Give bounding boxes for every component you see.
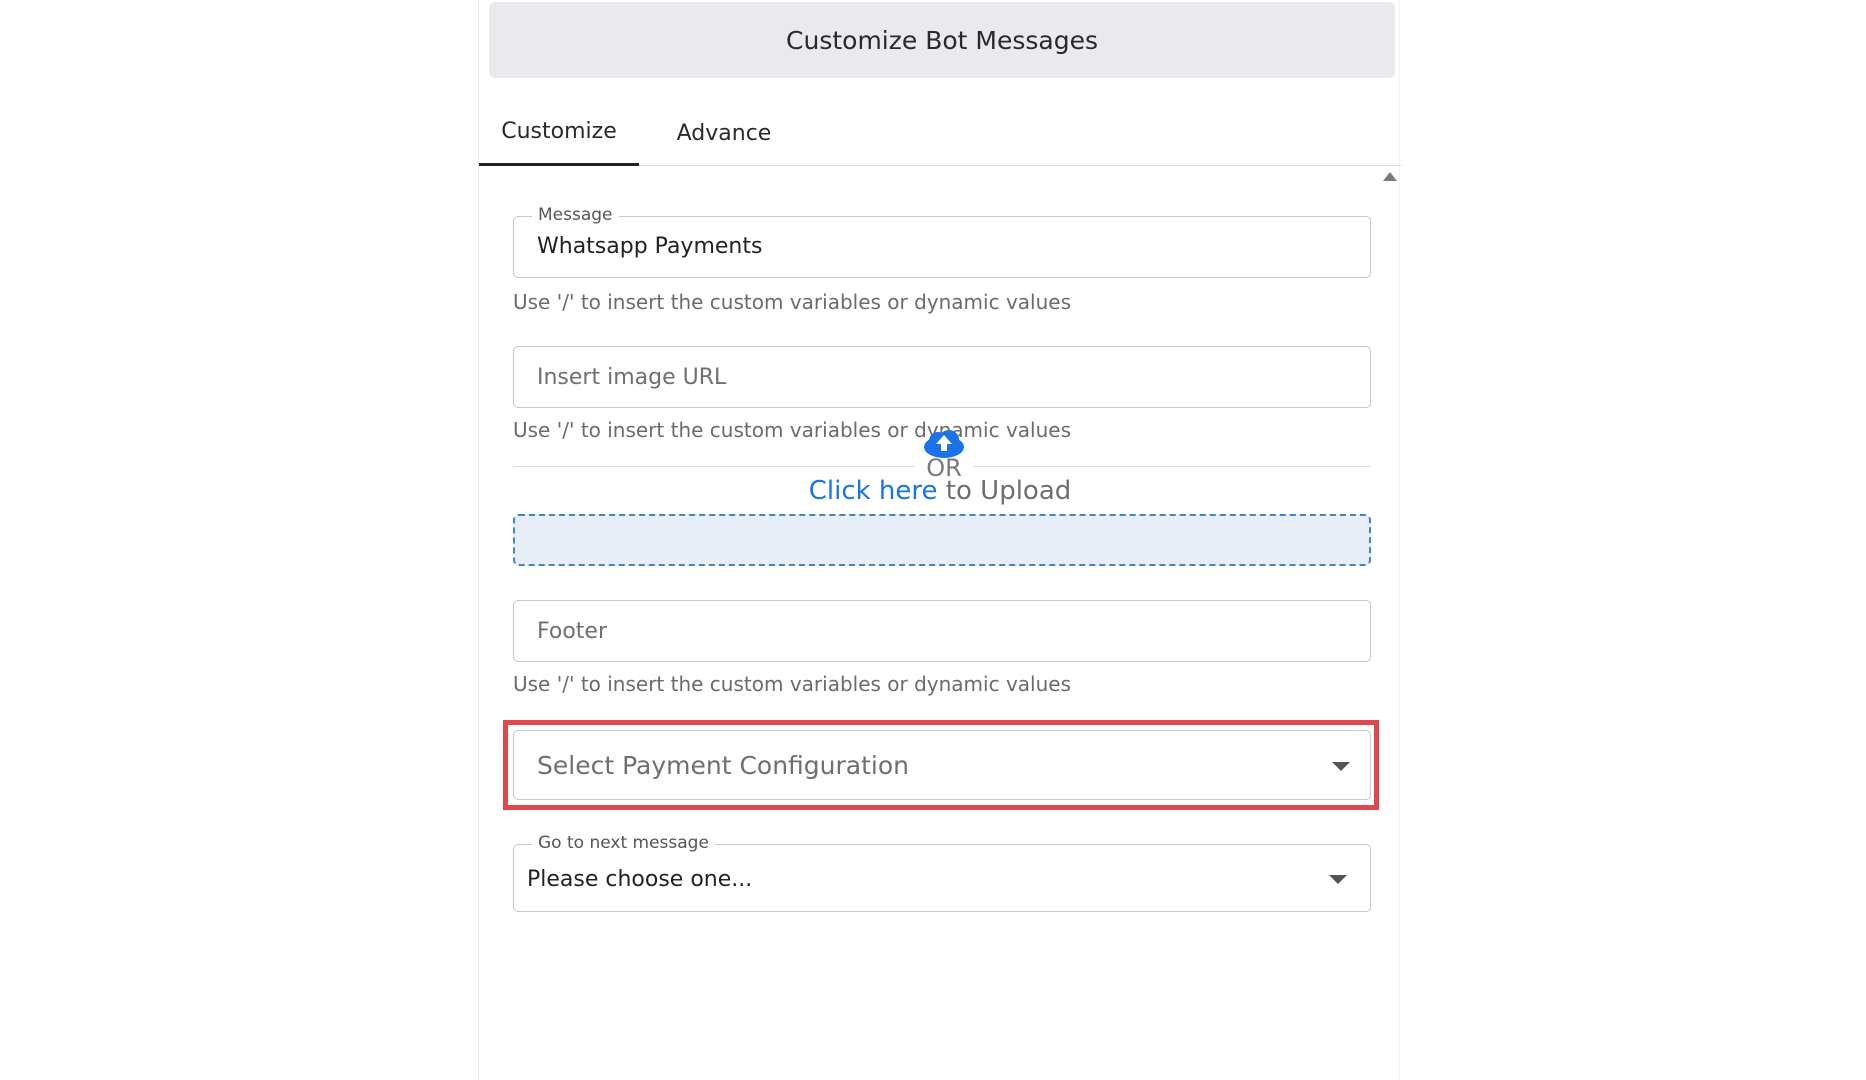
cloud-upload-icon[interactable] <box>922 429 966 459</box>
footer-hint: Use '/' to insert the custom variables o… <box>513 672 1071 696</box>
caret-down-icon <box>1332 762 1350 771</box>
image-url-input[interactable]: Insert image URL <box>513 346 1371 408</box>
scroll-up-arrow-icon[interactable] <box>1383 172 1397 181</box>
tab-advance-label: Advance <box>676 120 772 146</box>
next-message-select[interactable]: Go to next message Please choose one... <box>513 833 1371 912</box>
click-here-upload-link[interactable]: Click here <box>809 476 938 506</box>
tab-customize[interactable]: Customize <box>479 100 639 166</box>
message-field-legend: Message <box>532 205 619 225</box>
upload-prompt-suffix: to Upload <box>937 476 1072 506</box>
next-message-legend: Go to next message <box>532 833 715 853</box>
caret-down-icon <box>1329 875 1347 884</box>
image-url-placeholder: Insert image URL <box>537 365 727 390</box>
message-field[interactable]: Message Whatsapp Payments <box>513 205 1371 278</box>
panel-header: Customize Bot Messages <box>489 2 1395 78</box>
message-hint: Use '/' to insert the custom variables o… <box>513 290 1071 314</box>
panel-title: Customize Bot Messages <box>786 25 1098 55</box>
message-field-value: Whatsapp Payments <box>537 234 763 259</box>
payment-configuration-placeholder: Select Payment Configuration <box>537 751 910 780</box>
footer-placeholder: Footer <box>537 619 607 644</box>
tab-bar: Customize Advance <box>479 100 1401 166</box>
next-message-value: Please choose one... <box>527 867 753 892</box>
tab-customize-label: Customize <box>501 119 617 144</box>
tab-advance[interactable]: Advance <box>639 100 809 166</box>
customize-bot-messages-panel: Customize Bot Messages Customize Advance… <box>478 0 1401 1080</box>
file-upload-dropzone[interactable] <box>513 514 1371 566</box>
upload-prompt: Click here to Upload <box>479 476 1401 506</box>
image-url-hint: Use '/' to insert the custom variables o… <box>513 418 1071 442</box>
footer-input[interactable]: Footer <box>513 600 1371 662</box>
payment-configuration-select[interactable]: Select Payment Configuration <box>513 730 1371 800</box>
